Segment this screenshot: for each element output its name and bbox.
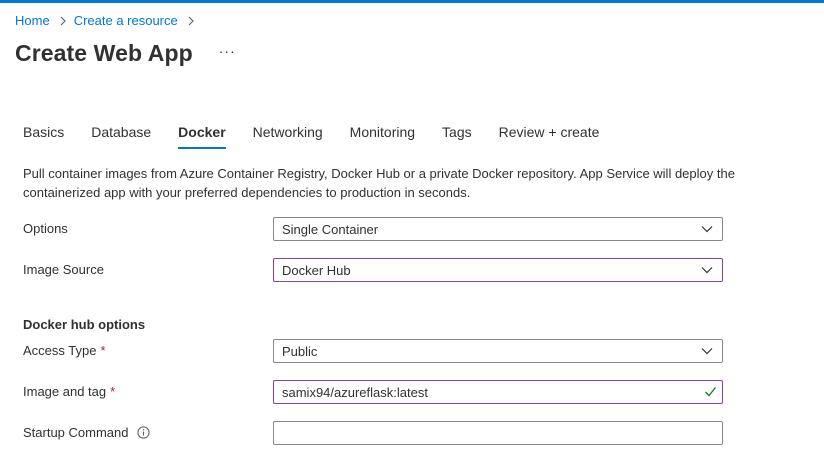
tab-bar: Basics Database Docker Networking Monito… xyxy=(23,124,626,149)
options-dropdown[interactable]: Single Container xyxy=(273,217,723,241)
top-accent-bar xyxy=(0,0,824,3)
chevron-down-icon xyxy=(701,348,713,355)
startup-command-input[interactable] xyxy=(273,421,723,445)
docker-hub-options-heading: Docker hub options xyxy=(23,317,146,332)
tab-monitoring[interactable]: Monitoring xyxy=(350,124,415,149)
breadcrumb-home[interactable]: Home xyxy=(15,13,50,28)
chevron-right-icon xyxy=(188,16,194,25)
more-options-button[interactable]: ··· xyxy=(219,43,236,59)
required-asterisk: * xyxy=(110,384,116,399)
tab-docker[interactable]: Docker xyxy=(178,124,227,149)
image-tag-label: Image and tag * xyxy=(23,384,115,399)
chevron-right-icon xyxy=(60,16,66,25)
checkmark-icon xyxy=(705,387,717,397)
access-type-value: Public xyxy=(282,343,318,359)
tab-tags[interactable]: Tags xyxy=(442,124,472,149)
tab-basics[interactable]: Basics xyxy=(23,124,64,149)
image-source-dropdown[interactable]: Docker Hub xyxy=(273,258,723,282)
options-label: Options xyxy=(23,221,68,236)
info-icon[interactable] xyxy=(136,426,150,439)
docker-description: Pull container images from Azure Contain… xyxy=(23,166,735,200)
options-value: Single Container xyxy=(282,221,379,237)
tab-networking[interactable]: Networking xyxy=(253,124,323,149)
title-row: Create Web App ··· xyxy=(15,40,236,67)
image-tag-value: samix94/azureflask:latest xyxy=(282,384,428,400)
breadcrumb: Home Create a resource xyxy=(15,13,202,28)
chevron-down-icon xyxy=(701,226,713,233)
image-tag-label-text: Image and tag xyxy=(23,384,107,399)
image-source-label: Image Source xyxy=(23,262,104,277)
startup-command-label-text: Startup Command xyxy=(23,425,129,440)
tab-database[interactable]: Database xyxy=(91,124,151,149)
access-type-dropdown[interactable]: Public xyxy=(273,339,723,363)
access-type-label: Access Type * xyxy=(23,343,106,358)
options-label-text: Options xyxy=(23,221,68,236)
breadcrumb-create-resource[interactable]: Create a resource xyxy=(74,13,178,28)
access-type-label-text: Access Type xyxy=(23,343,97,358)
chevron-down-icon xyxy=(701,267,713,274)
startup-command-label: Startup Command xyxy=(23,425,150,440)
image-source-label-text: Image Source xyxy=(23,262,104,277)
required-asterisk: * xyxy=(100,343,106,358)
page-title: Create Web App xyxy=(15,40,193,66)
image-source-value: Docker Hub xyxy=(282,262,351,278)
tab-review-create[interactable]: Review + create xyxy=(499,124,600,149)
image-tag-input[interactable]: samix94/azureflask:latest xyxy=(273,380,723,404)
